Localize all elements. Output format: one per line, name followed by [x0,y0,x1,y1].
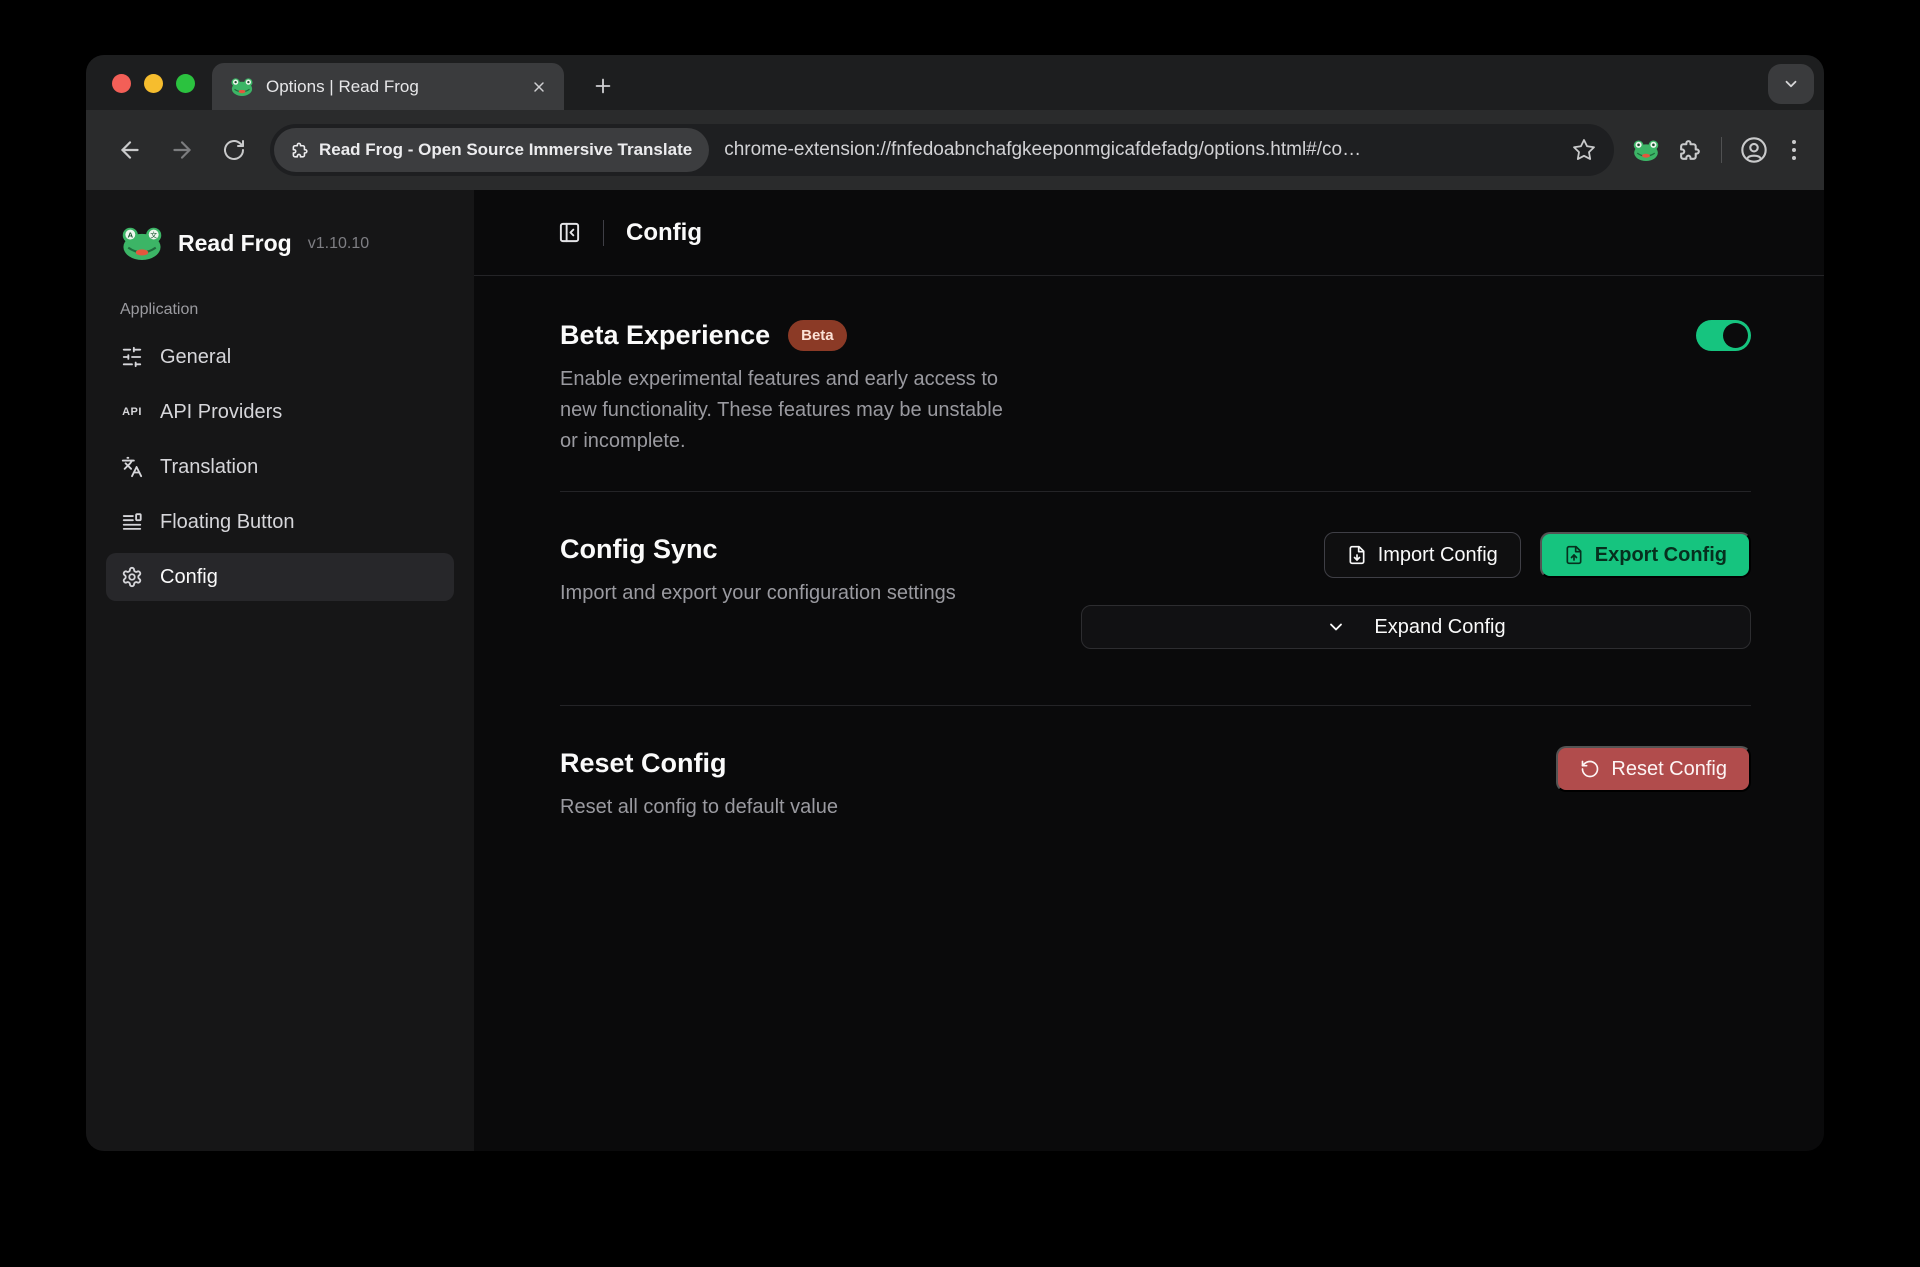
beta-experience-title: Beta Experience [560,318,770,352]
url-text: chrome-extension://fnfedoabnchafgkeeponm… [724,139,1562,161]
sidebar-item-label: Config [160,566,218,589]
window-controls [112,74,195,93]
read-frog-logo: A 文 [120,226,164,261]
api-icon: API [120,406,144,418]
floating-button-icon [120,511,144,533]
languages-icon [120,456,144,478]
reset-config-title: Reset Config [560,746,838,780]
gear-icon [120,566,144,588]
sidebar-item-label: General [160,346,231,369]
tab-title: Options | Read Frog [266,77,516,97]
sidebar-item-label: API Providers [160,401,282,424]
beta-badge: Beta [788,320,847,351]
toolbar-divider [1721,137,1722,163]
file-export-icon [1564,545,1584,565]
sidebar-item-config[interactable]: Config [106,553,454,601]
chevron-down-icon [1326,617,1346,637]
sidebar-item-translation[interactable]: Translation [106,443,454,491]
reset-config-section: Reset Config Reset all config to default… [560,706,1751,823]
app-name: Read Frog [178,230,292,257]
sidebar: A 文 Read Frog v1.10.10 Application [86,190,474,1151]
page-content: A 文 Read Frog v1.10.10 Application [86,190,1824,1151]
app-version: v1.10.10 [308,235,369,253]
read-frog-extension-icon[interactable] [1632,139,1660,162]
toolbar-right [1632,136,1802,164]
sidebar-item-api-providers[interactable]: API API Providers [106,388,454,436]
beta-experience-toggle[interactable] [1696,320,1751,351]
forward-button[interactable] [160,128,204,172]
header-divider [603,220,604,246]
tab-strip: Options | Read Frog [86,55,1824,110]
sidebar-item-floating-button[interactable]: Floating Button [106,498,454,546]
sidebar-item-general[interactable]: General [106,333,454,381]
rotate-ccw-icon [1580,759,1600,779]
desktop: Options | Read Frog [0,0,1920,1267]
browser-menu-icon[interactable] [1786,140,1802,160]
svg-text:A: A [128,230,134,239]
frog-favicon [230,77,254,97]
config-sync-section: Config Sync Import and export your confi… [560,492,1751,649]
minimize-window-button[interactable] [144,74,163,93]
config-sync-description: Import and export your configuration set… [560,578,956,609]
tab-close-icon[interactable] [528,76,550,98]
back-button[interactable] [108,128,152,172]
extension-name-chip[interactable]: Read Frog - Open Source Immersive Transl… [274,128,709,172]
toggle-knob [1723,323,1748,348]
new-tab-button[interactable] [586,69,620,103]
close-window-button[interactable] [112,74,131,93]
beta-experience-description: Enable experimental features and early a… [560,364,1010,457]
brand: A 文 Read Frog v1.10.10 [106,218,454,291]
browser-window: Options | Read Frog [86,55,1824,1151]
profile-avatar-icon[interactable] [1740,136,1768,164]
config-page: Beta Experience Beta Enable experimental… [474,276,1824,1151]
page-title: Config [626,219,702,247]
extension-chip-label: Read Frog - Open Source Immersive Transl… [319,140,692,160]
svg-text:文: 文 [150,230,157,239]
extensions-puzzle-icon[interactable] [1678,138,1703,163]
sidebar-item-label: Translation [160,456,258,479]
sidebar-section-label: Application [106,291,454,333]
file-import-icon [1347,545,1367,565]
expand-config-button[interactable]: Expand Config [1081,605,1751,649]
expand-config-label: Expand Config [1374,616,1505,639]
import-config-button[interactable]: Import Config [1324,532,1521,578]
sidebar-toggle-icon[interactable] [558,221,581,244]
zoom-window-button[interactable] [176,74,195,93]
address-bar[interactable]: Read Frog - Open Source Immersive Transl… [270,124,1614,176]
import-config-label: Import Config [1378,544,1498,567]
export-config-label: Export Config [1595,544,1727,567]
tab-search-chevron-button[interactable] [1768,64,1814,104]
tab-options[interactable]: Options | Read Frog [212,63,564,110]
sidebar-item-label: Floating Button [160,511,295,534]
main-header: Config [474,190,1824,276]
reset-config-label: Reset Config [1611,758,1727,781]
browser-toolbar: Read Frog - Open Source Immersive Transl… [86,110,1824,190]
main-panel: Config Beta Experience Beta Enable exper… [474,190,1824,1151]
beta-experience-section: Beta Experience Beta Enable experimental… [560,318,1751,457]
sliders-icon [120,346,144,368]
export-config-button[interactable]: Export Config [1540,532,1751,578]
config-sync-title: Config Sync [560,532,956,566]
bookmark-star-icon[interactable] [1572,138,1596,162]
reload-button[interactable] [212,128,256,172]
extension-icon [291,141,310,160]
reset-config-button[interactable]: Reset Config [1556,746,1751,792]
reset-config-description: Reset all config to default value [560,792,838,823]
